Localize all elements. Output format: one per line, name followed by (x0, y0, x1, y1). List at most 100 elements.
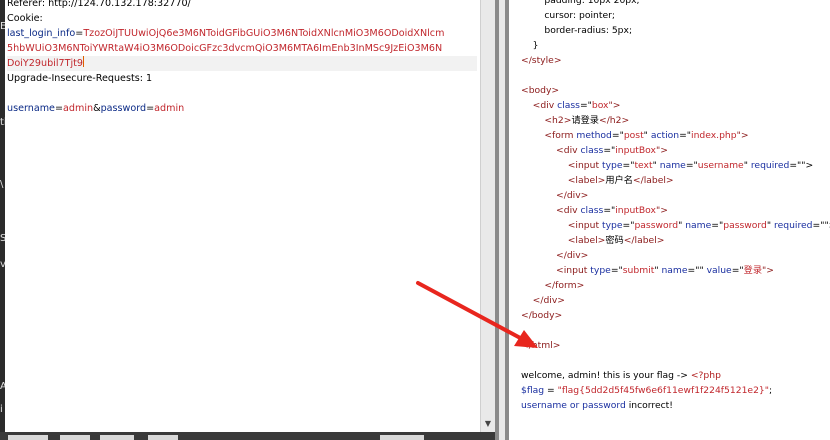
response-token: class (580, 205, 604, 216)
response-token: </label> (623, 235, 665, 246)
response-token: "> (608, 100, 621, 111)
sidebar-glyph: i (0, 404, 3, 415)
response-token: =""> (812, 220, 830, 231)
response-token: =" (611, 130, 624, 141)
response-token: <div (521, 205, 581, 216)
response-token: </style> (521, 55, 562, 66)
request-line: DoiY29ubil7Tjt9 (7, 56, 477, 71)
scroll-down-arrow-icon[interactable]: ▼ (481, 418, 495, 430)
response-line: $flag = "flag{5dd2d5f45fw6e6f11ewf1f224f… (521, 383, 830, 398)
request-line: last_login_info=TzozOiJTUUwiOjQ6e3M6NToi… (7, 26, 477, 41)
response-line: <div class="inputBox"> (521, 143, 830, 158)
response-line: </style> (521, 53, 830, 68)
response-token: </div> (521, 295, 565, 306)
response-token: "> (762, 265, 774, 276)
response-line: </html> (521, 338, 830, 353)
response-token: border-radius: 5px; (521, 25, 633, 36)
response-line: </body> (521, 308, 830, 323)
response-token: <div (521, 100, 558, 111)
response-line: </div> (521, 248, 830, 263)
bottom-toolbar-strip (0, 432, 495, 440)
response-line: <h2>请登录</h2> (521, 113, 830, 128)
response-token: </label> (632, 175, 674, 186)
request-scrollbar[interactable]: ▼ (480, 0, 495, 432)
response-line: <input type="text" name="username" requi… (521, 158, 830, 173)
response-token: "> (655, 205, 668, 216)
response-token: cursor: pointer; (521, 10, 616, 21)
response-line: <div class="box"> (521, 98, 830, 113)
request-token: = (146, 103, 155, 114)
response-token: method (576, 130, 612, 141)
response-token: 请登录 (571, 115, 599, 126)
response-token: " (652, 160, 660, 171)
request-editor[interactable]: Referer: http://124.70.132.178:32770/Coo… (5, 0, 480, 432)
response-token: action (650, 130, 680, 141)
response-token: name (685, 220, 712, 231)
response-token: 用户名 (605, 175, 633, 186)
text-cursor (83, 56, 84, 67)
response-token: " (743, 160, 751, 171)
response-line (521, 323, 830, 338)
response-token: <label> (521, 235, 606, 246)
response-token: type (601, 220, 623, 231)
response-line: padding: 10px 20px; (521, 0, 830, 8)
response-token: =" (579, 100, 592, 111)
response-token: ; (769, 385, 773, 396)
response-line: cursor: pointer; (521, 8, 830, 23)
request-token: Cookie: (7, 13, 43, 24)
response-line: </div> (521, 188, 830, 203)
response-token: <input (521, 220, 602, 231)
response-token: password (634, 220, 679, 231)
response-line: } (521, 38, 830, 53)
response-token: submit (622, 265, 655, 276)
response-token: =" (731, 265, 744, 276)
response-token: =" (610, 265, 623, 276)
response-token: box (591, 100, 609, 111)
response-line: </form> (521, 278, 830, 293)
response-token: type (601, 160, 623, 171)
response-token: </div> (521, 250, 589, 261)
request-token: = (54, 103, 64, 114)
response-token: =" (603, 145, 616, 156)
response-token: $flag (521, 385, 545, 396)
response-line: <form method="post" action="index.php"> (521, 128, 830, 143)
response-token: inputBox (615, 145, 656, 156)
response-token: <input (521, 160, 602, 171)
response-token: padding: 10px 20px; (521, 0, 640, 6)
response-token: =" (711, 220, 724, 231)
response-viewer[interactable]: padding: 10px 20px; cursor: pointer; bor… (509, 0, 830, 440)
request-token: Upgrade-Insecure-Requests: 1 (7, 73, 153, 84)
response-token: <div (521, 145, 581, 156)
response-text: padding: 10px 20px; cursor: pointer; bor… (521, 0, 830, 413)
request-token: password (100, 103, 147, 114)
response-line: <body> (521, 83, 830, 98)
response-token: = (544, 385, 558, 396)
response-token: </html> (521, 340, 561, 351)
response-token: </form> (521, 280, 585, 291)
request-line: Upgrade-Insecure-Requests: 1 (7, 71, 477, 86)
response-token: } (521, 40, 539, 51)
response-token: name (661, 265, 688, 276)
request-text[interactable]: Referer: http://124.70.132.178:32770/Coo… (7, 0, 477, 116)
response-token: =" (622, 220, 635, 231)
response-token: "> (655, 145, 668, 156)
response-line: welcome, admin! this is your flag -> <?p… (521, 368, 830, 383)
response-line: <label>密码</label> (521, 233, 830, 248)
response-token: username (697, 160, 744, 171)
request-line: 5hbWUiO3M6NToiYWRtaW4iO3M6ODoicGFzc3dvcm… (7, 41, 477, 56)
response-token: incorrect! (625, 400, 673, 411)
response-token: welcome, admin! this is your flag -> (521, 370, 691, 381)
response-token: password (723, 220, 767, 231)
sidebar-glyph: \ (0, 179, 4, 190)
request-token: & (93, 103, 101, 114)
response-token: value (706, 265, 732, 276)
request-token: admin (154, 103, 185, 114)
response-token: =""> (789, 160, 814, 171)
response-line: </div> (521, 293, 830, 308)
response-line: username or password incorrect! (521, 398, 830, 413)
response-token: </h2> (599, 115, 630, 126)
response-token: =" (679, 130, 692, 141)
request-token: TzozOiJTUUwiOjQ6e3M6NToidGFibGUiO3M6NToi… (83, 28, 445, 39)
response-token: "flag{5dd2d5f45fw6e6f11ewf1f224f5121e2}" (557, 385, 769, 396)
response-token: class (557, 100, 580, 111)
